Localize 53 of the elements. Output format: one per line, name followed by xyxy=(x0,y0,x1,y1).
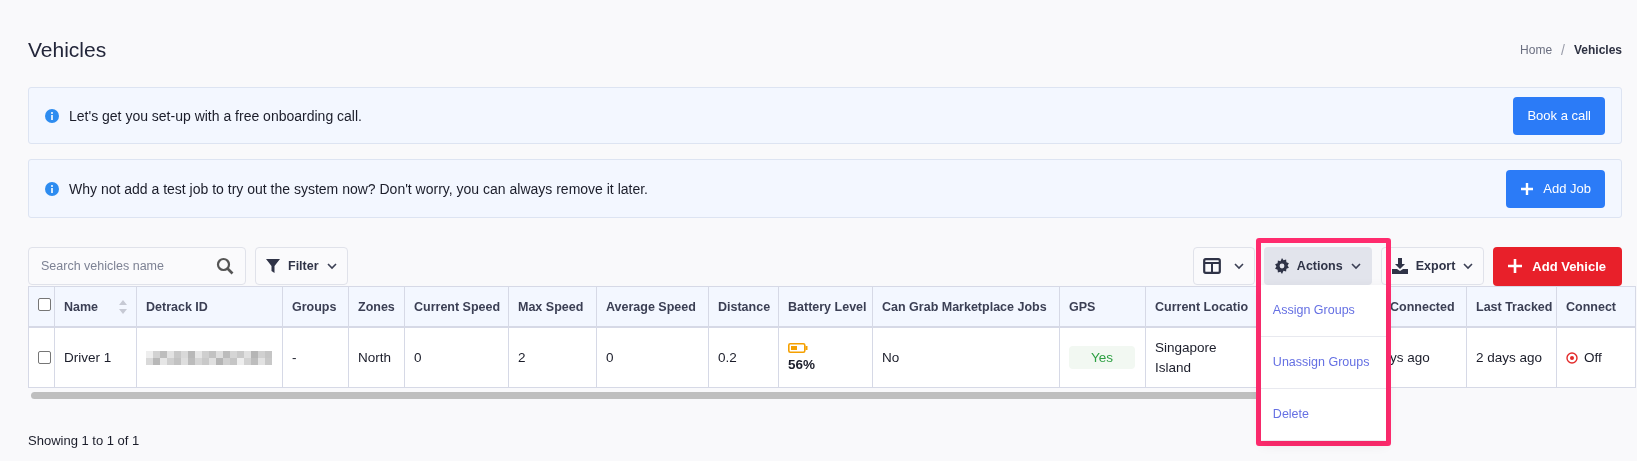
page-title: Vehicles xyxy=(28,38,107,62)
info-icon xyxy=(45,181,59,196)
plus-icon xyxy=(1507,258,1524,274)
caret-icon xyxy=(1232,260,1245,272)
menu-item[interactable]: Assign Groups xyxy=(1260,285,1386,337)
pagination-info: Showing 1 to 1 of 1 xyxy=(28,433,141,448)
caret-icon xyxy=(1462,260,1475,272)
info-icon xyxy=(45,108,59,123)
export-button[interactable]: Export xyxy=(1380,247,1485,285)
table-cell: 0.2 xyxy=(718,350,737,365)
banner-text: Why not add a test job to try out the system now? Don't worry, you can always remove it later. xyxy=(69,180,649,197)
status-badge: Yes xyxy=(1069,346,1136,369)
breadcrumb-current: Vehicles xyxy=(1573,43,1622,57)
actions-button[interactable]: Actions xyxy=(1263,247,1372,285)
table-cell: 0 xyxy=(606,350,614,365)
filter-icon xyxy=(265,258,281,274)
add-vehicle-button[interactable]: Add Vehicle xyxy=(1493,246,1622,286)
download-icon xyxy=(1390,257,1409,275)
columns-icon xyxy=(1202,258,1221,274)
banner-button[interactable]: Book a call xyxy=(1513,96,1605,135)
column-header[interactable]: Name xyxy=(64,299,99,314)
plus-icon xyxy=(1520,181,1535,196)
table-cell: No xyxy=(882,350,900,365)
menu-item[interactable]: Delete xyxy=(1260,389,1386,440)
column-header[interactable]: Detrack ID xyxy=(146,299,208,314)
banner-button[interactable]: Add Job xyxy=(1506,169,1605,208)
caret-icon xyxy=(325,260,338,272)
search-field[interactable]: Search vehicles name xyxy=(28,247,246,285)
table-cell: 2 days ago xyxy=(1476,350,1543,365)
battery-percent: 56% xyxy=(788,357,817,372)
table-cell: 0 xyxy=(414,350,422,365)
banner-text: Let's get you set-up with a free onboarding call. xyxy=(69,107,363,124)
table-cell-text: Singapore Island xyxy=(1155,338,1218,377)
table-cell: Off xyxy=(1584,350,1602,365)
table-cell: 2 xyxy=(518,350,526,365)
filter-button[interactable]: Filter xyxy=(255,247,348,285)
breadcrumb-separator: / xyxy=(1561,42,1565,58)
columns-button[interactable] xyxy=(1192,247,1255,285)
target-icon xyxy=(1566,351,1578,364)
table-cell: Driver 1 xyxy=(64,350,112,365)
gear-icon xyxy=(1273,258,1290,274)
table-cell: North xyxy=(358,350,391,365)
column-header[interactable]: GPS xyxy=(1069,299,1096,314)
search-icon xyxy=(216,257,234,275)
caret-icon xyxy=(1349,260,1362,272)
checkbox[interactable] xyxy=(38,298,51,311)
column-header[interactable]: Current Locatio xyxy=(1155,299,1249,314)
breadcrumb-link[interactable]: Home xyxy=(1520,43,1553,57)
table-cell: - xyxy=(292,350,297,365)
menu-item[interactable]: Unassign Groups xyxy=(1260,337,1386,389)
sort-icon xyxy=(119,299,127,314)
battery-icon xyxy=(788,343,808,353)
checkbox[interactable] xyxy=(38,351,51,364)
